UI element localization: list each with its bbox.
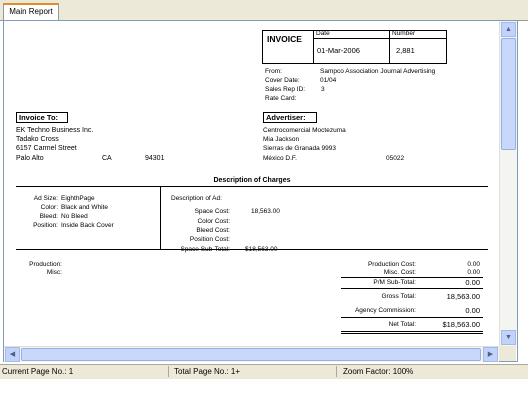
net-double-rule xyxy=(341,333,483,334)
color-cost-label: Color Cost: xyxy=(197,218,230,225)
pm-subtotal-value: 0.00 xyxy=(465,278,480,287)
pm-subtotal-label: P/M Sub-Total: xyxy=(373,279,416,286)
color-label: Color: xyxy=(40,204,58,211)
invoice-to-street: 6157 Carmel Street xyxy=(16,145,77,152)
production-label: Production: xyxy=(29,261,62,268)
color-value: Black and White xyxy=(61,204,108,211)
invoice-page: INVOICE Date Number 01-Mar-2006 2,881 Fr… xyxy=(4,21,500,346)
pm-rule xyxy=(341,288,483,289)
current-page-status: Current Page No.: 1 xyxy=(2,367,74,376)
invoice-date: 01-Mar-2006 xyxy=(317,46,360,55)
scroll-up-icon[interactable]: ▲ xyxy=(501,22,516,37)
scroll-down-icon[interactable]: ▼ xyxy=(501,330,516,345)
advertiser-street: Sierras de Granada 9993 xyxy=(263,145,336,152)
divider xyxy=(313,38,447,39)
invoice-to-state: CA xyxy=(102,155,112,162)
position-cost-label: Position Cost: xyxy=(189,236,230,243)
space-subtotal-label: Space Sub-Total: xyxy=(180,246,230,253)
invoice-to-contact: Tadako Cross xyxy=(16,136,59,143)
advertiser-contact: Mia Jackson xyxy=(263,136,300,143)
space-subtotal-value: $18,563.00 xyxy=(245,246,278,253)
net-rule xyxy=(341,317,483,318)
pm-rule xyxy=(341,277,483,278)
invoice-to-company: EK Techno Business Inc. xyxy=(16,127,94,134)
report-viewer: INVOICE Date Number 01-Mar-2006 2,881 Fr… xyxy=(3,20,518,362)
invoice-to-city: Palo Alto xyxy=(16,155,44,162)
scrollbar-corner xyxy=(499,346,516,361)
invoice-to-heading: Invoice To: xyxy=(16,112,68,123)
cover-date-label: Cover Date: xyxy=(265,77,300,84)
scroll-right-icon[interactable]: ▶ xyxy=(483,347,498,362)
cover-date-value: 01/04 xyxy=(320,77,337,84)
agency-commission-value: 0.00 xyxy=(465,306,480,315)
date-label: Date xyxy=(316,30,330,37)
rate-card-label: Rate Card: xyxy=(265,95,297,102)
status-bar: Current Page No.: 1 Total Page No.: 1+ Z… xyxy=(0,364,528,379)
status-separator xyxy=(336,366,337,377)
status-separator xyxy=(168,366,169,377)
charges-top-rule xyxy=(16,186,488,187)
position-value: Inside Back Cover xyxy=(61,222,114,229)
divider xyxy=(389,30,390,64)
net-double-rule xyxy=(341,331,483,332)
total-page-status: Total Page No.: 1+ xyxy=(174,367,241,376)
sales-rep-value: 3 xyxy=(321,86,325,93)
sales-rep-label: Sales Rep ID: xyxy=(265,86,306,93)
net-total-value: $18,563.00 xyxy=(442,320,480,329)
horizontal-scrollbar[interactable]: ◀ ▶ xyxy=(4,346,499,362)
advertiser-zip: 05022 xyxy=(386,155,405,162)
misc-label: Misc: xyxy=(46,269,62,276)
gross-total-value: 18,563.00 xyxy=(446,292,480,301)
advertiser-city: México D.F. xyxy=(263,155,297,162)
charges-column-divider xyxy=(160,187,161,249)
production-cost-label: Production Cost: xyxy=(367,261,416,268)
tab-main-report[interactable]: Main Report xyxy=(3,3,59,20)
scroll-left-icon[interactable]: ◀ xyxy=(5,347,20,362)
position-label: Position: xyxy=(33,222,58,229)
gross-total-label: Gross Total: xyxy=(381,293,416,300)
horizontal-scroll-thumb[interactable] xyxy=(21,348,481,361)
invoice-title: INVOICE xyxy=(267,34,302,44)
from-value: Sampco Association Journal Advertising xyxy=(320,68,436,75)
advertiser-company: Centrocomercial Moctezuma xyxy=(263,127,346,134)
ad-size-value: EighthPage xyxy=(61,195,95,202)
tab-bar: Main Report xyxy=(0,0,528,21)
from-label: From: xyxy=(265,68,282,75)
production-cost-value: 0.00 xyxy=(467,261,480,268)
vertical-scroll-thumb[interactable] xyxy=(501,38,516,150)
divider xyxy=(313,30,314,64)
vertical-scrollbar[interactable]: ▲ ▼ xyxy=(499,21,517,346)
bleed-cost-label: Bleed Cost: xyxy=(196,227,230,234)
net-total-label: Net Total: xyxy=(388,321,416,328)
bleed-value: No Bleed xyxy=(61,213,88,220)
number-label: Number xyxy=(392,30,416,37)
bleed-label: Bleed: xyxy=(39,213,58,220)
description-of-ad-label: Description of Ad: xyxy=(171,195,222,202)
invoice-number: 2,881 xyxy=(396,46,415,55)
invoice-to-zip: 94301 xyxy=(145,155,165,162)
misc-cost-label: Misc. Cost: xyxy=(383,269,416,276)
agency-commission-label: Agency Commission: xyxy=(354,307,416,314)
misc-cost-value: 0.00 xyxy=(467,269,480,276)
charges-heading: Description of Charges xyxy=(213,177,291,184)
advertiser-heading: Advertiser: xyxy=(263,112,317,123)
space-cost-value: 18,563.00 xyxy=(251,208,280,215)
ad-size-label: Ad Size: xyxy=(33,195,58,202)
zoom-factor-status: Zoom Factor: 100% xyxy=(343,367,414,376)
space-cost-label: Space Cost: xyxy=(194,208,230,215)
